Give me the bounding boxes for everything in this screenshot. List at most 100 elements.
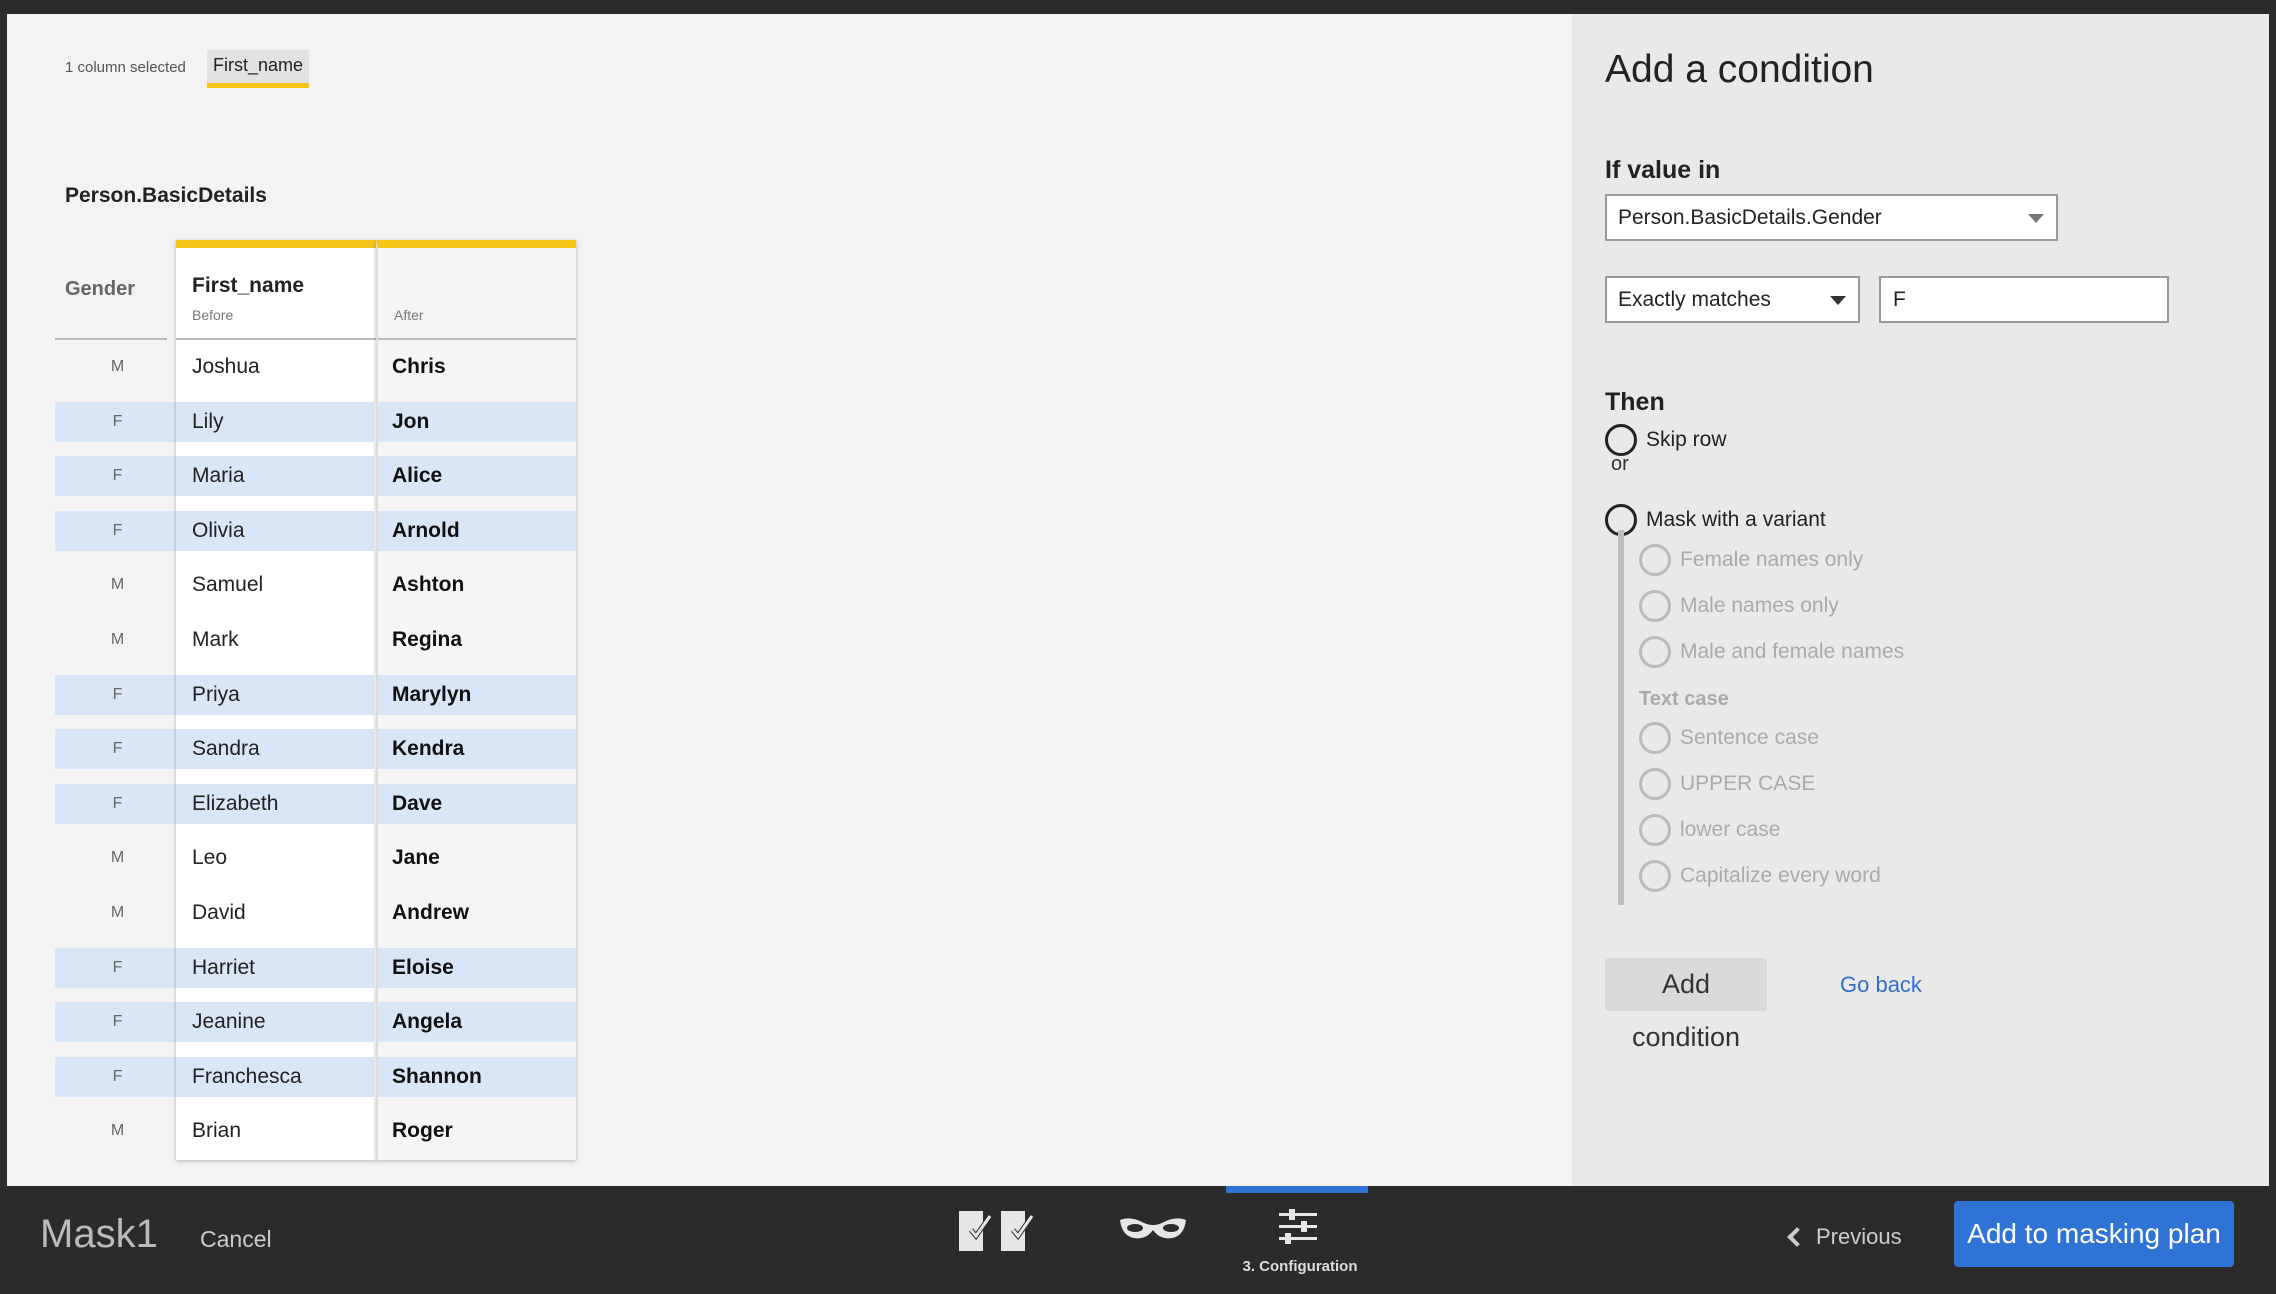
- text-case-option-label: UPPER CASE: [1680, 772, 1816, 795]
- after-cell: Roger: [392, 1119, 453, 1143]
- previous-button[interactable]: Previous: [1787, 1224, 1902, 1250]
- variant-option-male[interactable]: Male names only: [1639, 590, 1839, 622]
- gender-column: Gender MFFFMMFFFMMFFFM: [55, 250, 180, 1139]
- before-cell: Lily: [176, 401, 374, 442]
- text-case-option-label: lower case: [1680, 818, 1781, 841]
- before-cell: Elizabeth: [176, 783, 374, 824]
- mask-icon[interactable]: [1118, 1214, 1188, 1244]
- radio-icon[interactable]: [1639, 768, 1671, 800]
- radio-icon[interactable]: [1639, 722, 1671, 754]
- before-cell: Mark: [192, 628, 239, 651]
- text-case-capitalize[interactable]: Capitalize every word: [1639, 860, 1881, 892]
- radio-icon[interactable]: [1639, 636, 1671, 668]
- gender-cell: M: [110, 904, 125, 921]
- after-cell: Marylyn: [378, 674, 576, 715]
- mask-name: Mask1: [40, 1212, 158, 1256]
- before-cell: Priya: [176, 674, 374, 715]
- text-case-lower[interactable]: lower case: [1639, 814, 1780, 846]
- selected-column-chip[interactable]: First_name: [207, 50, 310, 88]
- chevron-down-icon: [1830, 296, 1846, 305]
- gender-cell: F: [55, 674, 180, 715]
- chevron-down-icon: [2028, 214, 2044, 223]
- chevron-left-icon: [1787, 1227, 1807, 1247]
- after-cell: Jon: [378, 401, 576, 442]
- selection-info: 1 column selected: [65, 59, 186, 76]
- before-cell: Samuel: [192, 573, 264, 597]
- text-case-upper[interactable]: UPPER CASE: [1639, 768, 1815, 800]
- text-case-option-label: Sentence case: [1680, 726, 1819, 749]
- after-cell: Chris: [392, 355, 446, 378]
- radio-icon[interactable]: [1639, 590, 1671, 622]
- variant-option-both[interactable]: Male and female names: [1639, 636, 1904, 668]
- gender-cell: M: [110, 849, 125, 867]
- condition-panel: Add a condition If value in Person.Basic…: [1572, 14, 2269, 1186]
- mask-variant-option[interactable]: Mask with a variant: [1605, 504, 1826, 536]
- sliders-icon[interactable]: [1277, 1206, 1319, 1248]
- if-value-label: If value in: [1605, 156, 1721, 184]
- radio-icon[interactable]: [1639, 544, 1671, 576]
- text-case-option-label: Capitalize every word: [1680, 864, 1881, 887]
- before-cell: David: [192, 901, 246, 924]
- before-cell: Olivia: [176, 510, 374, 551]
- skip-row-option[interactable]: Skip row: [1605, 424, 1727, 456]
- field-select-value: Person.BasicDetails.Gender: [1618, 206, 1882, 229]
- before-column: First_name Before Joshua Lily Maria Olivia S…: [176, 240, 376, 1160]
- text-case-sentence[interactable]: Sentence case: [1639, 722, 1819, 754]
- after-cell: Alice: [378, 456, 576, 497]
- after-header: After: [378, 248, 576, 340]
- variant-group-bar: [1618, 530, 1624, 905]
- gender-cell: F: [55, 401, 180, 442]
- before-cell: Joshua: [192, 355, 260, 378]
- go-back-link[interactable]: Go back: [1840, 972, 1922, 998]
- radio-icon[interactable]: [1639, 860, 1671, 892]
- variant-option-label: Male and female names: [1680, 640, 1905, 663]
- previous-label: Previous: [1816, 1224, 1902, 1249]
- gender-cell: F: [55, 947, 180, 988]
- field-select[interactable]: Person.BasicDetails.Gender: [1605, 194, 2058, 241]
- app-window: 1 column selected First_name Person.Basi…: [0, 0, 2276, 1294]
- after-header-sub: After: [394, 307, 424, 323]
- gender-cell: M: [110, 631, 125, 648]
- variant-option-label: Female names only: [1680, 548, 1864, 571]
- preview-area: 1 column selected First_name Person.Basi…: [7, 14, 1572, 1186]
- before-header: First_name Before: [176, 248, 376, 340]
- radio-icon[interactable]: [1639, 814, 1671, 846]
- before-cell: Leo: [192, 846, 228, 870]
- table-title: Person.BasicDetails: [65, 184, 267, 207]
- step-label: 3. Configuration: [1242, 1258, 1358, 1275]
- mask-variant-label: Mask with a variant: [1646, 508, 1826, 531]
- variant-option-female[interactable]: Female names only: [1639, 544, 1863, 576]
- gender-cell: F: [55, 456, 180, 497]
- before-cell: Brian: [192, 1119, 242, 1143]
- add-condition-button[interactable]: Add condition: [1605, 958, 1767, 1052]
- document-check-icon[interactable]: [957, 1208, 1042, 1258]
- bottom-bar: Mask1 Cancel 3. Configuration Previous A…: [0, 1186, 2276, 1294]
- before-header-sub: Before: [192, 307, 234, 323]
- after-column: After Chris Jon Alice Arnold Ashton Regina Mar…: [376, 240, 576, 1160]
- after-cell: Shannon: [378, 1056, 576, 1097]
- after-cell: Ashton: [392, 573, 465, 597]
- radio-icon[interactable]: [1605, 424, 1637, 456]
- or-separator: or: [1611, 453, 1629, 475]
- active-step-indicator: [1226, 1186, 1368, 1193]
- operator-select[interactable]: Exactly matches: [1605, 276, 1860, 323]
- after-cell: Kendra: [378, 729, 576, 770]
- operator-select-value: Exactly matches: [1618, 288, 1771, 311]
- before-cell: Jeanine: [176, 1002, 374, 1043]
- after-cell: Arnold: [378, 510, 576, 551]
- gender-header: Gender: [55, 250, 167, 340]
- add-to-masking-plan-button[interactable]: Add to masking plan: [1954, 1201, 2234, 1267]
- skip-row-label: Skip row: [1646, 428, 1727, 451]
- gender-cell: F: [55, 1002, 180, 1043]
- cancel-link[interactable]: Cancel: [200, 1226, 272, 1253]
- text-case-label: Text case: [1639, 688, 1729, 710]
- gender-cell: M: [110, 358, 125, 375]
- after-cell: Andrew: [392, 901, 470, 924]
- match-value-input[interactable]: F: [1879, 276, 2169, 323]
- before-cell: Maria: [176, 456, 374, 497]
- variant-option-label: Male names only: [1680, 594, 1839, 617]
- then-label: Then: [1605, 388, 1665, 416]
- gender-cell: F: [55, 1056, 180, 1097]
- before-header-title: First_name: [192, 274, 305, 297]
- top-bar: [0, 0, 2276, 14]
